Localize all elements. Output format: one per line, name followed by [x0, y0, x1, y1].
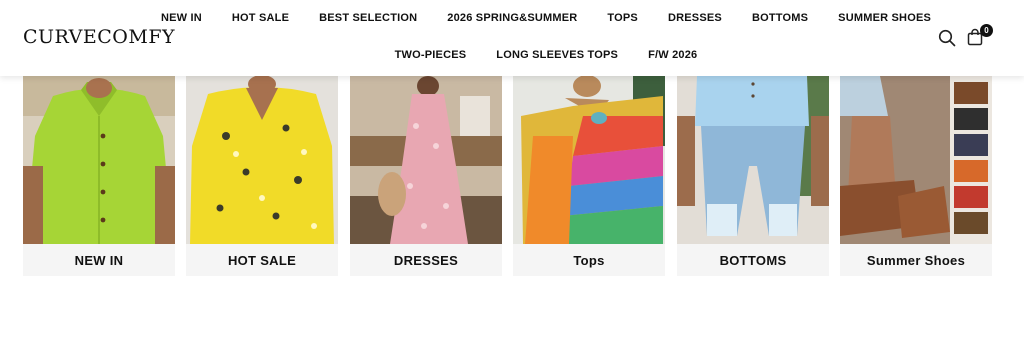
nav-long-sleeves-tops[interactable]: LONG SLEEVES TOPS [496, 49, 618, 61]
nav-dresses[interactable]: DRESSES [668, 12, 722, 24]
category-label-bar: BOTTOMS [677, 244, 829, 276]
nav-best-selection[interactable]: BEST SELECTION [319, 12, 417, 24]
nav-two-pieces[interactable]: TWO-PIECES [395, 49, 467, 61]
nav-bottoms[interactable]: BOTTOMS [752, 12, 808, 24]
category-label-bar: NEW IN [23, 244, 175, 276]
nav-fw-2026[interactable]: F/W 2026 [648, 49, 697, 61]
category-image-blue-capris [677, 76, 829, 244]
main-nav-row-2: TWO-PIECES LONG SLEEVES TOPS F/W 2026 [200, 49, 892, 61]
category-label: Tops [573, 252, 605, 268]
nav-tops[interactable]: TOPS [607, 12, 638, 24]
category-label: HOT SALE [227, 252, 297, 268]
category-label: Summer Shoes [866, 252, 966, 268]
category-label-bar: DRESSES [350, 244, 502, 276]
cart-count-badge: 0 [980, 24, 993, 37]
category-image-pink-dress [350, 76, 502, 244]
category-tile-dresses[interactable]: DRESSES [350, 76, 502, 276]
category-image-rainbow-top [513, 76, 665, 244]
brand-logo[interactable]: CURVECOMFY [23, 26, 175, 48]
nav-summer-shoes[interactable]: SUMMER SHOES [838, 12, 931, 24]
category-image-yellow-blouse [186, 76, 338, 244]
category-label-bar: Summer Shoes [840, 244, 992, 276]
main-nav-row-1: NEW IN HOT SALE BEST SELECTION 2026 SPRI… [161, 12, 931, 24]
category-tile-summer-shoes[interactable]: Summer Shoes [840, 76, 992, 276]
category-label: BOTTOMS [719, 252, 787, 268]
category-label: NEW IN [74, 252, 124, 268]
site-header: CURVECOMFY NEW IN HOT SALE BEST SELECTIO… [0, 0, 1024, 76]
category-tile-new-in[interactable]: NEW IN [23, 76, 175, 276]
category-tile-tops[interactable]: Tops [513, 76, 665, 276]
category-image-sandals [840, 76, 992, 244]
nav-spring-summer[interactable]: 2026 SPRING&SUMMER [447, 12, 577, 24]
category-label-bar: HOT SALE [186, 244, 338, 276]
category-label-bar: Tops [513, 244, 665, 276]
nav-new-in[interactable]: NEW IN [161, 12, 202, 24]
category-image-lime-shirt [23, 76, 175, 244]
category-tile-hot-sale[interactable]: HOT SALE [186, 76, 338, 276]
category-label: DRESSES [393, 252, 459, 268]
nav-hot-sale[interactable]: HOT SALE [232, 12, 289, 24]
search-icon[interactable] [938, 29, 956, 47]
category-tile-bottoms[interactable]: BOTTOMS [677, 76, 829, 276]
